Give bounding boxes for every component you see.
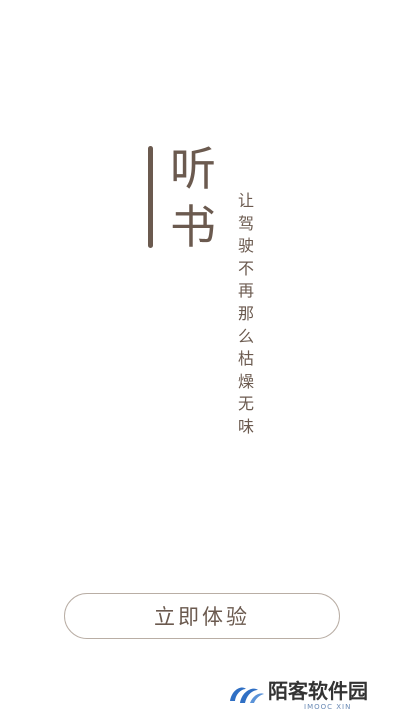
slogan-char: 那 <box>237 303 254 323</box>
slogan-char: 不 <box>237 258 254 278</box>
site-watermark: 陌客软件园 IMOOC XIN <box>226 679 401 713</box>
page-title: 听 书 <box>170 140 226 256</box>
title-accent-bar <box>148 146 153 248</box>
slogan-char: 么 <box>237 326 254 346</box>
vertical-slogan: 让 驾 驶 不 再 那 么 枯 燥 无 味 <box>234 190 258 439</box>
slogan-char: 无 <box>237 394 254 414</box>
slogan-char: 再 <box>237 281 254 301</box>
slogan-char: 驾 <box>237 213 254 233</box>
slogan-char: 驶 <box>237 236 254 256</box>
watermark-text: 陌客软件园 <box>268 679 368 703</box>
slogan-char: 让 <box>237 191 254 210</box>
slogan-char: 枯 <box>237 349 254 369</box>
watermark-subtext: IMOOC XIN <box>304 703 352 711</box>
title-char-2: 书 <box>170 200 216 254</box>
slogan-char: 燥 <box>237 371 254 391</box>
slogan-char: 味 <box>237 416 254 436</box>
double-swoosh-logo-icon <box>230 687 264 703</box>
try-now-button[interactable]: 立即体验 <box>64 593 340 639</box>
title-char-1: 听 <box>170 142 216 196</box>
